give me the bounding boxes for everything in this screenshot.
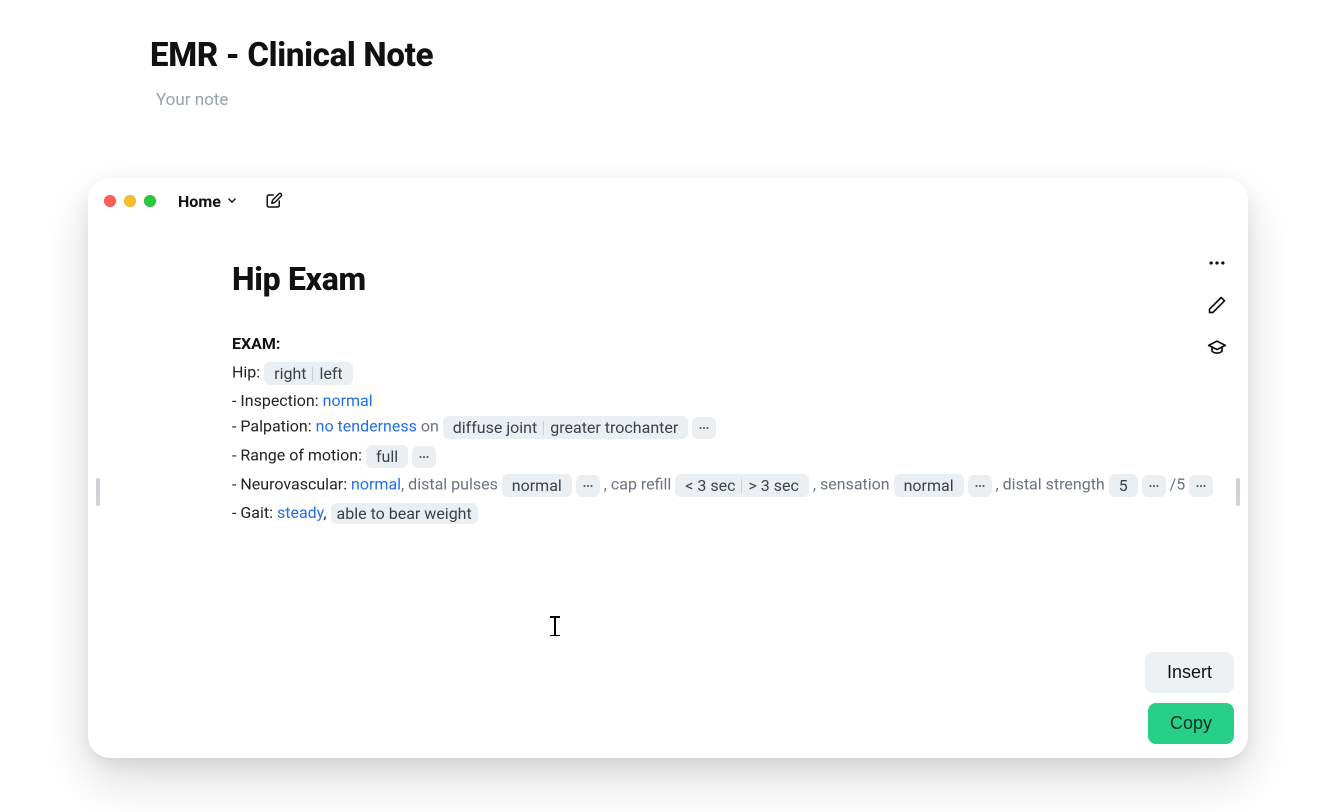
caprefill-gt3[interactable]: > 3 sec — [744, 476, 802, 495]
line-rom: - Range of motion: full — [232, 442, 1192, 471]
rom-more-icon[interactable] — [412, 446, 436, 468]
neuro-pulses-label: , distal pulses — [401, 475, 498, 494]
neuro-pulses-value[interactable]: normal — [508, 476, 566, 495]
caprefill-lt3[interactable]: < 3 sec — [681, 476, 739, 495]
window-close-icon[interactable] — [104, 195, 116, 207]
neuro-pulses-selector[interactable]: normal — [502, 474, 572, 497]
line-hip: Hip: right left — [232, 359, 1192, 388]
palpation-area-diffuse[interactable]: diffuse joint — [449, 418, 541, 437]
pencil-icon[interactable] — [1206, 294, 1228, 316]
neuro-caprefill-label: , cap refill — [604, 475, 672, 494]
nav-home-label: Home — [178, 192, 221, 211]
gait-value[interactable]: steady — [277, 503, 323, 522]
insert-button[interactable]: Insert — [1145, 652, 1234, 693]
text-cursor-icon — [550, 616, 560, 636]
rom-value[interactable]: full — [372, 447, 402, 466]
palpation-label: - Palpation: — [232, 417, 312, 436]
more-icon[interactable] — [1206, 252, 1228, 274]
graduation-cap-icon[interactable] — [1206, 336, 1228, 358]
page-subtitle: Your note — [156, 90, 228, 110]
hip-option-right[interactable]: right — [270, 364, 310, 383]
copy-button[interactable]: Copy — [1148, 703, 1234, 744]
side-controls — [1206, 252, 1228, 358]
neuro-sensation-selector[interactable]: normal — [894, 474, 964, 497]
neuro-pulses-more-icon[interactable] — [576, 475, 600, 497]
neuro-overall[interactable]: normal — [351, 475, 401, 494]
line-neurovascular: - Neurovascular: normal, distal pulses n… — [232, 471, 1192, 500]
palpation-area-selector[interactable]: diffuse joint greater trochanter — [443, 416, 689, 439]
document-title: Hip Exam — [232, 260, 1192, 298]
hip-label: Hip: — [232, 363, 260, 382]
neuro-sensation-more-icon[interactable] — [968, 475, 992, 497]
rom-value-selector[interactable]: full — [366, 445, 408, 468]
neuro-label: - Neurovascular: — [232, 475, 347, 494]
neuro-strength-value[interactable]: 5 — [1115, 476, 1132, 495]
neuro-strength-more-icon[interactable] — [1142, 475, 1166, 497]
neuro-sensation-label: , sensation — [813, 475, 890, 494]
inspection-value[interactable]: normal — [323, 391, 373, 410]
right-resize-handle[interactable] — [1236, 478, 1240, 506]
compose-icon[interactable] — [263, 190, 285, 212]
line-gait: - Gait: steady, able to bear weight — [232, 500, 1192, 527]
palpation-on: on — [421, 417, 439, 436]
line-inspection: - Inspection: normal — [232, 388, 1192, 413]
action-buttons: Insert Copy — [1145, 652, 1234, 744]
note-panel: Home — [88, 178, 1248, 758]
gait-label: - Gait: — [232, 503, 273, 522]
palpation-area-trochanter[interactable]: greater trochanter — [546, 418, 682, 437]
window-zoom-icon[interactable] — [144, 195, 156, 207]
gait-bear-weight-chip[interactable]: able to bear weight — [331, 503, 478, 524]
traffic-lights — [104, 195, 156, 207]
palpation-value[interactable]: no tenderness — [316, 417, 417, 436]
hip-side-selector[interactable]: right left — [264, 362, 353, 385]
line-palpation: - Palpation: no tenderness on diffuse jo… — [232, 413, 1192, 442]
page-title: EMR - Clinical Note — [150, 36, 433, 75]
section-heading: EXAM: — [232, 334, 1192, 353]
window-minimize-icon[interactable] — [124, 195, 136, 207]
inspection-label: - Inspection: — [232, 391, 319, 410]
palpation-more-icon[interactable] — [692, 417, 716, 439]
chevron-down-icon — [225, 192, 239, 211]
neuro-caprefill-selector[interactable]: < 3 sec > 3 sec — [675, 474, 809, 497]
left-resize-handle[interactable] — [96, 478, 100, 506]
neuro-sensation-value[interactable]: normal — [900, 476, 958, 495]
panel-titlebar: Home — [88, 178, 1248, 224]
neuro-strength-label: , distal strength — [996, 475, 1105, 494]
neuro-strength-denom-more-icon[interactable] — [1189, 475, 1213, 497]
hip-option-left[interactable]: left — [315, 364, 346, 383]
neuro-strength-selector[interactable]: 5 — [1109, 474, 1138, 497]
neuro-strength-denom: /5 — [1170, 475, 1186, 494]
rom-label: - Range of motion: — [232, 446, 362, 465]
nav-home[interactable]: Home — [178, 192, 239, 211]
